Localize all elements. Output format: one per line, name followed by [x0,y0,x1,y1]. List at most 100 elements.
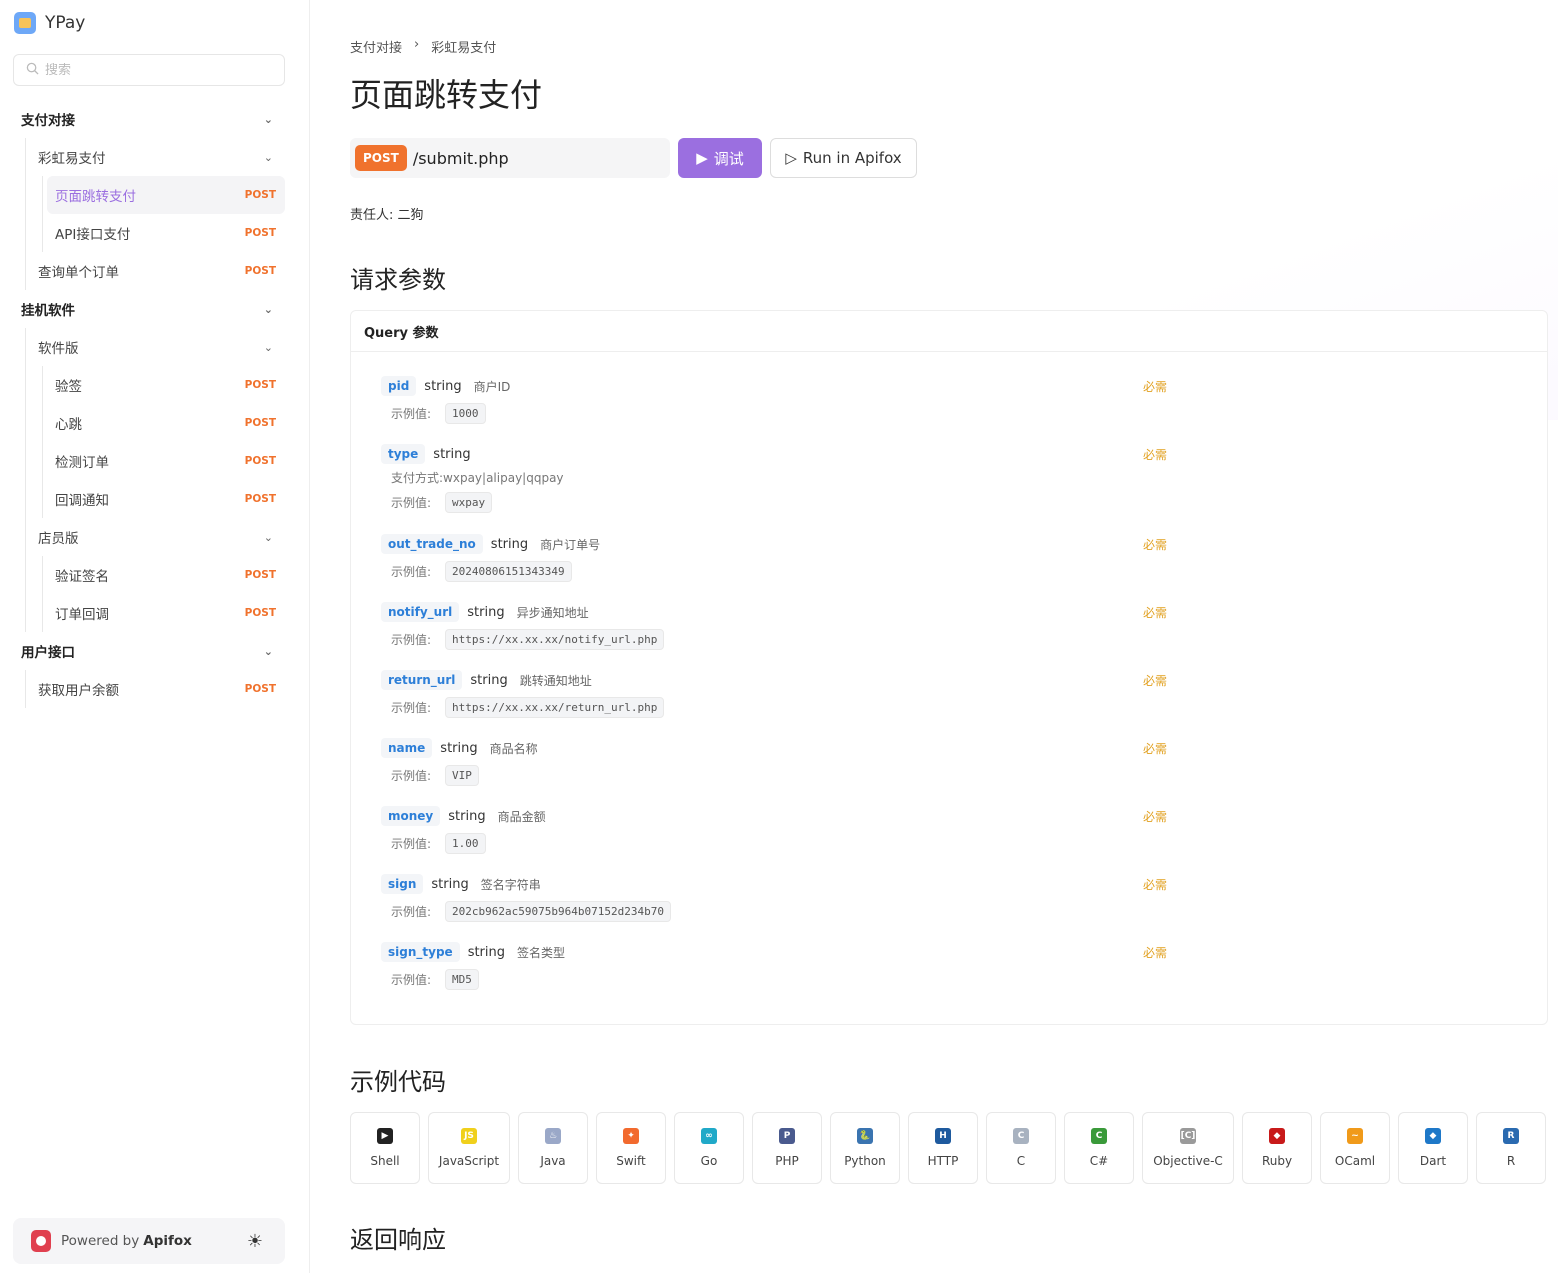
code-lang-tab[interactable]: ✦ Swift [596,1112,666,1184]
param-row: name string 商品名称 必需 示例值: VIP [381,737,1181,786]
c-icon: C [1013,1128,1029,1144]
endpoint-path: /submit.php [412,148,509,168]
ocaml-icon: ~ [1347,1128,1363,1144]
sidebar-item-label: 挂机软件 [21,303,75,319]
code-lang-tab[interactable]: ∞ Go [674,1112,744,1184]
sidebar-folder[interactable]: 软件版 ⌄ [13,328,285,366]
sidebar-item-label: 店员版 [38,531,79,547]
param-required: 必需 [1143,878,1168,892]
code-lang-tab[interactable]: CC [986,1112,1056,1184]
csharp-icon: C [1091,1128,1107,1144]
breadcrumb-separator-icon: › [414,37,420,52]
sidebar-item-label: 用户接口 [21,645,75,661]
code-lang-tab[interactable]: C C# [1064,1112,1134,1184]
search-input[interactable] [45,62,265,78]
method-tag: POST [244,379,276,391]
code-lang-tab[interactable]: RR [1476,1112,1546,1184]
code-lang-label: Go [700,1154,718,1168]
method-tag: POST [244,265,276,277]
code-lang-label: Objective-C [1153,1154,1223,1168]
code-lang-tab[interactable]: ▶ Shell [350,1112,420,1184]
example-label: 示例值: [391,905,432,919]
param-row: out_trade_no string 商户订单号 必需 示例值: 20240806151… [381,533,1181,582]
param-note: 支付方式:wxpay|alipay|qqpay [391,471,564,485]
chevron-down-icon[interactable]: ⌄ [264,645,273,658]
ypay-logo-icon [14,12,36,34]
chevron-down-icon[interactable]: ⌄ [264,303,273,316]
code-lang-label: C [1016,1154,1026,1168]
debug-button[interactable]: ▶ 调试 [678,138,762,178]
sidebar-group[interactable]: 支付对接 ⌄ [13,100,285,138]
method-tag: POST [244,683,276,695]
example-label: 示例值: [391,565,432,579]
powered-name: Apifox [143,1233,192,1249]
run-label: Run in Apifox [802,149,902,167]
sidebar-api-item[interactable]: 心跳 POST [13,404,285,442]
method-tag: POST [244,493,276,505]
param-desc: 签名字符串 [480,877,541,892]
chevron-down-icon[interactable]: ⌄ [264,531,273,544]
search-box[interactable] [13,54,285,86]
brand[interactable]: YPay [14,12,85,34]
theme-toggle-sun-icon[interactable]: ☀ [247,1231,263,1252]
param-example-value: MD5 [445,969,479,990]
code-lang-tab[interactable]: [C] Objective-C [1142,1112,1234,1184]
sidebar-item-label: 验签 [55,379,82,395]
param-required: 必需 [1143,538,1168,552]
sidebar-api-item[interactable]: 订单回调 POST [13,594,285,632]
param-desc: 签名类型 [517,945,566,960]
param-name: return_url [381,670,463,690]
code-lang-tab[interactable]: ~ OCaml [1320,1112,1390,1184]
run-in-apifox-button[interactable]: ▷ Run in Apifox [770,138,917,178]
sidebar-group[interactable]: 挂机软件 ⌄ [13,290,285,328]
sidebar-folder[interactable]: 店员版 ⌄ [13,518,285,556]
sidebar-folder[interactable]: 彩虹易支付 ⌄ [13,138,285,176]
code-lang-label: Ruby [1261,1154,1293,1168]
code-lang-tab[interactable]: ◆ Ruby [1242,1112,1312,1184]
example-label: 示例值: [391,633,432,647]
code-lang-tab[interactable]: JS JavaScript [428,1112,510,1184]
sidebar-api-item[interactable]: 检测订单 POST [13,442,285,480]
code-lang-tab[interactable]: 🐍 Python [830,1112,900,1184]
http-icon: H [935,1128,951,1144]
breadcrumb-item[interactable]: 彩虹易支付 [431,37,496,56]
param-required: 必需 [1143,606,1168,620]
sidebar-group[interactable]: 用户接口 ⌄ [13,632,285,670]
endpoint-bar[interactable]: POST /submit.php [350,138,670,178]
page-title: 页面跳转支付 [350,76,543,114]
code-lang-tab[interactable]: P PHP [752,1112,822,1184]
param-name: out_trade_no [381,534,483,554]
code-lang-tab[interactable]: H HTTP [908,1112,978,1184]
sidebar-api-item[interactable]: 获取用户余额 POST [13,670,285,708]
param-desc: 商品金额 [497,809,546,824]
breadcrumb-item[interactable]: 支付对接 [350,37,402,56]
objective-c-icon: [C] [1180,1128,1196,1144]
sidebar-api-item[interactable]: 页面跳转支付 POST [47,176,285,214]
example-label: 示例值: [391,973,432,987]
sidebar-api-item[interactable]: 验签 POST [13,366,285,404]
code-lang-tab[interactable]: ◆ Dart [1398,1112,1468,1184]
breadcrumb: 支付对接 › 彩虹易支付 [350,37,496,56]
sidebar-api-item[interactable]: API接口支付 POST [13,214,285,252]
param-name: name [381,738,433,758]
powered-by-apifox[interactable]: Powered by Apifox ☀ [13,1218,285,1264]
param-example-value: https://xx.xx.xx/notify_url.php [445,629,665,650]
code-lang-tab[interactable]: ♨ Java [518,1112,588,1184]
chevron-down-icon[interactable]: ⌄ [264,113,273,126]
param-type: string [490,536,529,552]
param-type: string [467,604,505,620]
chevron-down-icon[interactable]: ⌄ [264,341,273,354]
sidebar-nav: 支付对接 ⌄ 彩虹易支付 ⌄ 页面跳转支付 POST API接口支付 POST 查询单个订单 PO… [13,100,285,708]
param-name: money [381,806,441,826]
java-icon: ♨ [545,1128,561,1144]
param-required: 必需 [1143,448,1168,462]
javascript-icon: JS [461,1128,477,1144]
param-example-value: https://xx.xx.xx/return_url.php [445,697,665,718]
sidebar-api-item[interactable]: 验证签名 POST [13,556,285,594]
sidebar-api-item[interactable]: 回调通知 POST [13,480,285,518]
param-required: 必需 [1143,380,1168,394]
section-title-request: 请求参数 [350,266,446,294]
sidebar-api-item[interactable]: 查询单个订单 POST [13,252,285,290]
chevron-down-icon[interactable]: ⌄ [264,151,273,164]
code-lang-label: PHP [775,1154,799,1168]
